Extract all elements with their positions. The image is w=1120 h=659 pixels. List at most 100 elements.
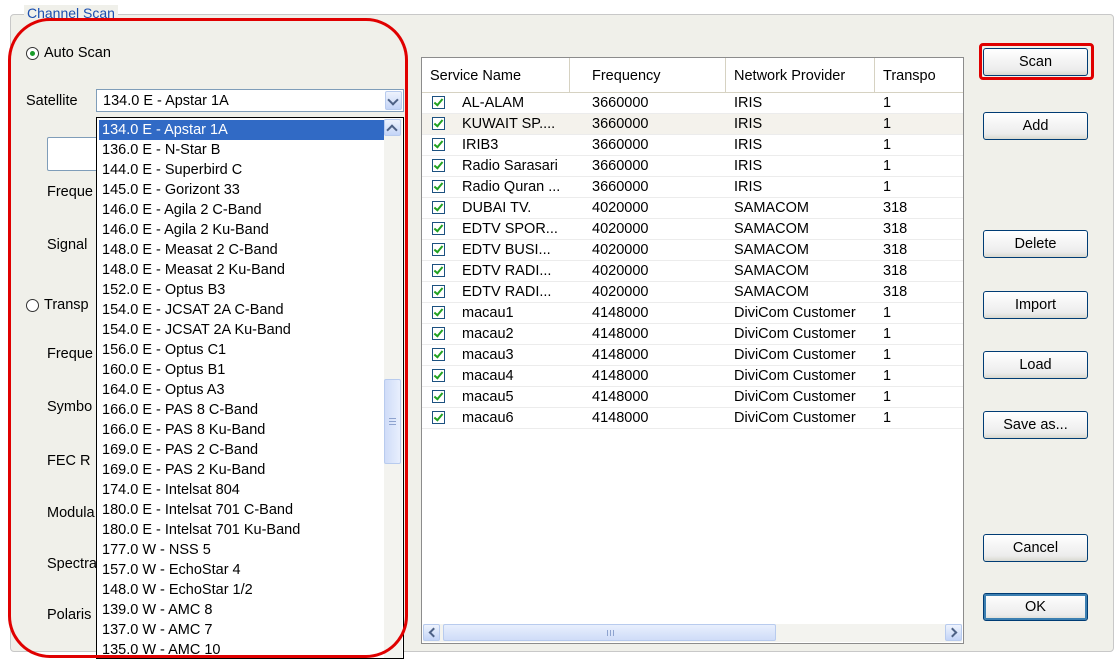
satellite-option[interactable]: 164.0 E - Optus A3 bbox=[99, 380, 385, 400]
table-row[interactable]: IRIB3 3660000 IRIS 1 bbox=[422, 135, 963, 156]
satellite-option[interactable]: 180.0 E - Intelsat 701 C-Band bbox=[99, 500, 385, 520]
table-row[interactable]: DUBAI TV. 4020000 SAMACOM 318 bbox=[422, 198, 963, 219]
satellite-option[interactable]: 166.0 E - PAS 8 C-Band bbox=[99, 400, 385, 420]
table-row[interactable]: macau3 4148000 DiviCom Customer 1 bbox=[422, 345, 963, 366]
satellite-option[interactable]: 148.0 E - Measat 2 Ku-Band bbox=[99, 260, 385, 280]
cell-service-name: macau1 bbox=[462, 305, 514, 321]
add-button[interactable]: Add bbox=[983, 112, 1088, 140]
satellite-option[interactable]: 134.0 E - Apstar 1A bbox=[99, 120, 385, 140]
cell-service-name: KUWAIT SP.... bbox=[462, 116, 556, 132]
scroll-up-button[interactable] bbox=[384, 119, 401, 136]
satellite-option[interactable]: 177.0 W - NSS 5 bbox=[99, 540, 385, 560]
satellite-option[interactable]: 169.0 E - PAS 2 C-Band bbox=[99, 440, 385, 460]
cancel-button[interactable]: Cancel bbox=[983, 534, 1088, 562]
satellite-option[interactable]: 145.0 E - Gorizont 33 bbox=[99, 180, 385, 200]
table-row[interactable]: Radio Quran ... 3660000 IRIS 1 bbox=[422, 177, 963, 198]
satellite-option[interactable]: 139.0 W - AMC 8 bbox=[99, 600, 385, 620]
table-row[interactable]: macau2 4148000 DiviCom Customer 1 bbox=[422, 324, 963, 345]
row-checkbox[interactable] bbox=[432, 222, 445, 235]
satellite-option[interactable]: 160.0 E - Optus B1 bbox=[99, 360, 385, 380]
transponder-scan-radio[interactable] bbox=[26, 299, 39, 312]
ok-button[interactable]: OK bbox=[983, 593, 1088, 621]
row-checkbox[interactable] bbox=[432, 201, 445, 214]
auto-scan-radio[interactable] bbox=[26, 47, 39, 60]
row-checkbox[interactable] bbox=[432, 138, 445, 151]
delete-button[interactable]: Delete bbox=[983, 230, 1088, 258]
satellite-option[interactable]: 144.0 E - Superbird C bbox=[99, 160, 385, 180]
dropdown-scroll-thumb[interactable] bbox=[384, 379, 401, 464]
row-checkbox[interactable] bbox=[432, 180, 445, 193]
table-row[interactable]: EDTV SPOR... 4020000 SAMACOM 318 bbox=[422, 219, 963, 240]
hidden-textbox[interactable] bbox=[47, 137, 102, 171]
satellite-option[interactable]: 156.0 E - Optus C1 bbox=[99, 340, 385, 360]
row-checkbox[interactable] bbox=[432, 348, 445, 361]
table-row[interactable]: Radio Sarasari 3660000 IRIS 1 bbox=[422, 156, 963, 177]
satellite-option[interactable]: 166.0 E - PAS 8 Ku-Band bbox=[99, 420, 385, 440]
satellite-option[interactable]: 154.0 E - JCSAT 2A Ku-Band bbox=[99, 320, 385, 340]
row-checkbox[interactable] bbox=[432, 411, 445, 424]
row-checkbox[interactable] bbox=[432, 96, 445, 109]
satellite-option[interactable]: 169.0 E - PAS 2 Ku-Band bbox=[99, 460, 385, 480]
row-checkbox[interactable] bbox=[432, 306, 445, 319]
row-checkbox[interactable] bbox=[432, 117, 445, 130]
header-transponder[interactable]: Transpo bbox=[875, 58, 963, 92]
auto-scan-label[interactable]: Auto Scan bbox=[44, 44, 111, 62]
cell-network-provider: IRIS bbox=[734, 137, 763, 153]
satellite-option[interactable]: 146.0 E - Agila 2 C-Band bbox=[99, 200, 385, 220]
table-row[interactable]: AL-ALAM 3660000 IRIS 1 bbox=[422, 93, 963, 114]
satellite-option[interactable]: 146.0 E - Agila 2 Ku-Band bbox=[99, 220, 385, 240]
row-checkbox[interactable] bbox=[432, 159, 445, 172]
satellite-option[interactable]: 174.0 E - Intelsat 804 bbox=[99, 480, 385, 500]
scan-button[interactable]: Scan bbox=[983, 48, 1088, 76]
transponder-label[interactable]: Transp bbox=[44, 296, 89, 314]
services-table[interactable]: Service Name Frequency Network Provider … bbox=[421, 57, 964, 644]
row-checkbox[interactable] bbox=[432, 285, 445, 298]
table-scroll-thumb[interactable] bbox=[443, 624, 776, 641]
cell-service-name: macau3 bbox=[462, 347, 514, 363]
satellite-option[interactable]: 136.0 E - N-Star B bbox=[99, 140, 385, 160]
row-checkbox[interactable] bbox=[432, 243, 445, 256]
save-as-button[interactable]: Save as... bbox=[983, 411, 1088, 439]
table-row[interactable]: macau4 4148000 DiviCom Customer 1 bbox=[422, 366, 963, 387]
table-horizontal-scrollbar[interactable] bbox=[423, 624, 962, 642]
satellite-option[interactable]: 137.0 W - AMC 7 bbox=[99, 620, 385, 640]
table-row[interactable]: macau6 4148000 DiviCom Customer 1 bbox=[422, 408, 963, 429]
satellite-option[interactable]: 148.0 W - EchoStar 1/2 bbox=[99, 580, 385, 600]
satellite-option[interactable]: 180.0 E - Intelsat 701 Ku-Band bbox=[99, 520, 385, 540]
row-checkbox[interactable] bbox=[432, 390, 445, 403]
row-checkbox[interactable] bbox=[432, 369, 445, 382]
table-row[interactable]: EDTV RADI... 4020000 SAMACOM 318 bbox=[422, 261, 963, 282]
cell-network-provider: SAMACOM bbox=[734, 284, 809, 300]
satellite-option[interactable]: 148.0 E - Measat 2 C-Band bbox=[99, 240, 385, 260]
satellite-option[interactable]: 157.0 W - EchoStar 4 bbox=[99, 560, 385, 580]
cell-frequency: 4148000 bbox=[592, 410, 649, 426]
header-network-provider[interactable]: Network Provider bbox=[726, 58, 875, 92]
scroll-right-button[interactable] bbox=[945, 624, 962, 641]
satellite-combobox[interactable]: 134.0 E - Apstar 1A bbox=[96, 89, 404, 112]
dropdown-vertical-scrollbar[interactable] bbox=[384, 119, 402, 658]
cell-transponder: 1 bbox=[883, 389, 892, 405]
header-service-name[interactable]: Service Name bbox=[422, 58, 570, 92]
satellite-dropdown-list[interactable]: 134.0 E - Apstar 1A 136.0 E - N-Star B 144… bbox=[96, 117, 404, 659]
import-button[interactable]: Import bbox=[983, 291, 1088, 319]
radio-selected-dot bbox=[30, 51, 35, 56]
header-frequency[interactable]: Frequency bbox=[570, 58, 726, 92]
load-button[interactable]: Load bbox=[983, 351, 1088, 379]
table-row[interactable]: KUWAIT SP.... 3660000 IRIS 1 bbox=[422, 114, 963, 135]
scroll-left-button[interactable] bbox=[423, 624, 440, 641]
row-checkbox[interactable] bbox=[432, 264, 445, 277]
table-row[interactable]: macau1 4148000 DiviCom Customer 1 bbox=[422, 303, 963, 324]
table-row[interactable]: EDTV BUSI... 4020000 SAMACOM 318 bbox=[422, 240, 963, 261]
cell-transponder: 318 bbox=[883, 242, 908, 258]
cell-transponder: 318 bbox=[883, 200, 908, 216]
table-row[interactable]: EDTV RADI... 4020000 SAMACOM 318 bbox=[422, 282, 963, 303]
satellite-label: Satellite bbox=[26, 93, 78, 109]
satellite-option[interactable]: 154.0 E - JCSAT 2A C-Band bbox=[99, 300, 385, 320]
satellite-option[interactable]: 135.0 W - AMC 10 bbox=[99, 640, 385, 658]
row-checkbox[interactable] bbox=[432, 327, 445, 340]
satellite-option[interactable]: 152.0 E - Optus B3 bbox=[99, 280, 385, 300]
combo-dropdown-button[interactable] bbox=[385, 91, 402, 110]
table-row[interactable]: macau5 4148000 DiviCom Customer 1 bbox=[422, 387, 963, 408]
grip-line bbox=[613, 630, 614, 636]
cell-network-provider: DiviCom Customer bbox=[734, 326, 856, 342]
